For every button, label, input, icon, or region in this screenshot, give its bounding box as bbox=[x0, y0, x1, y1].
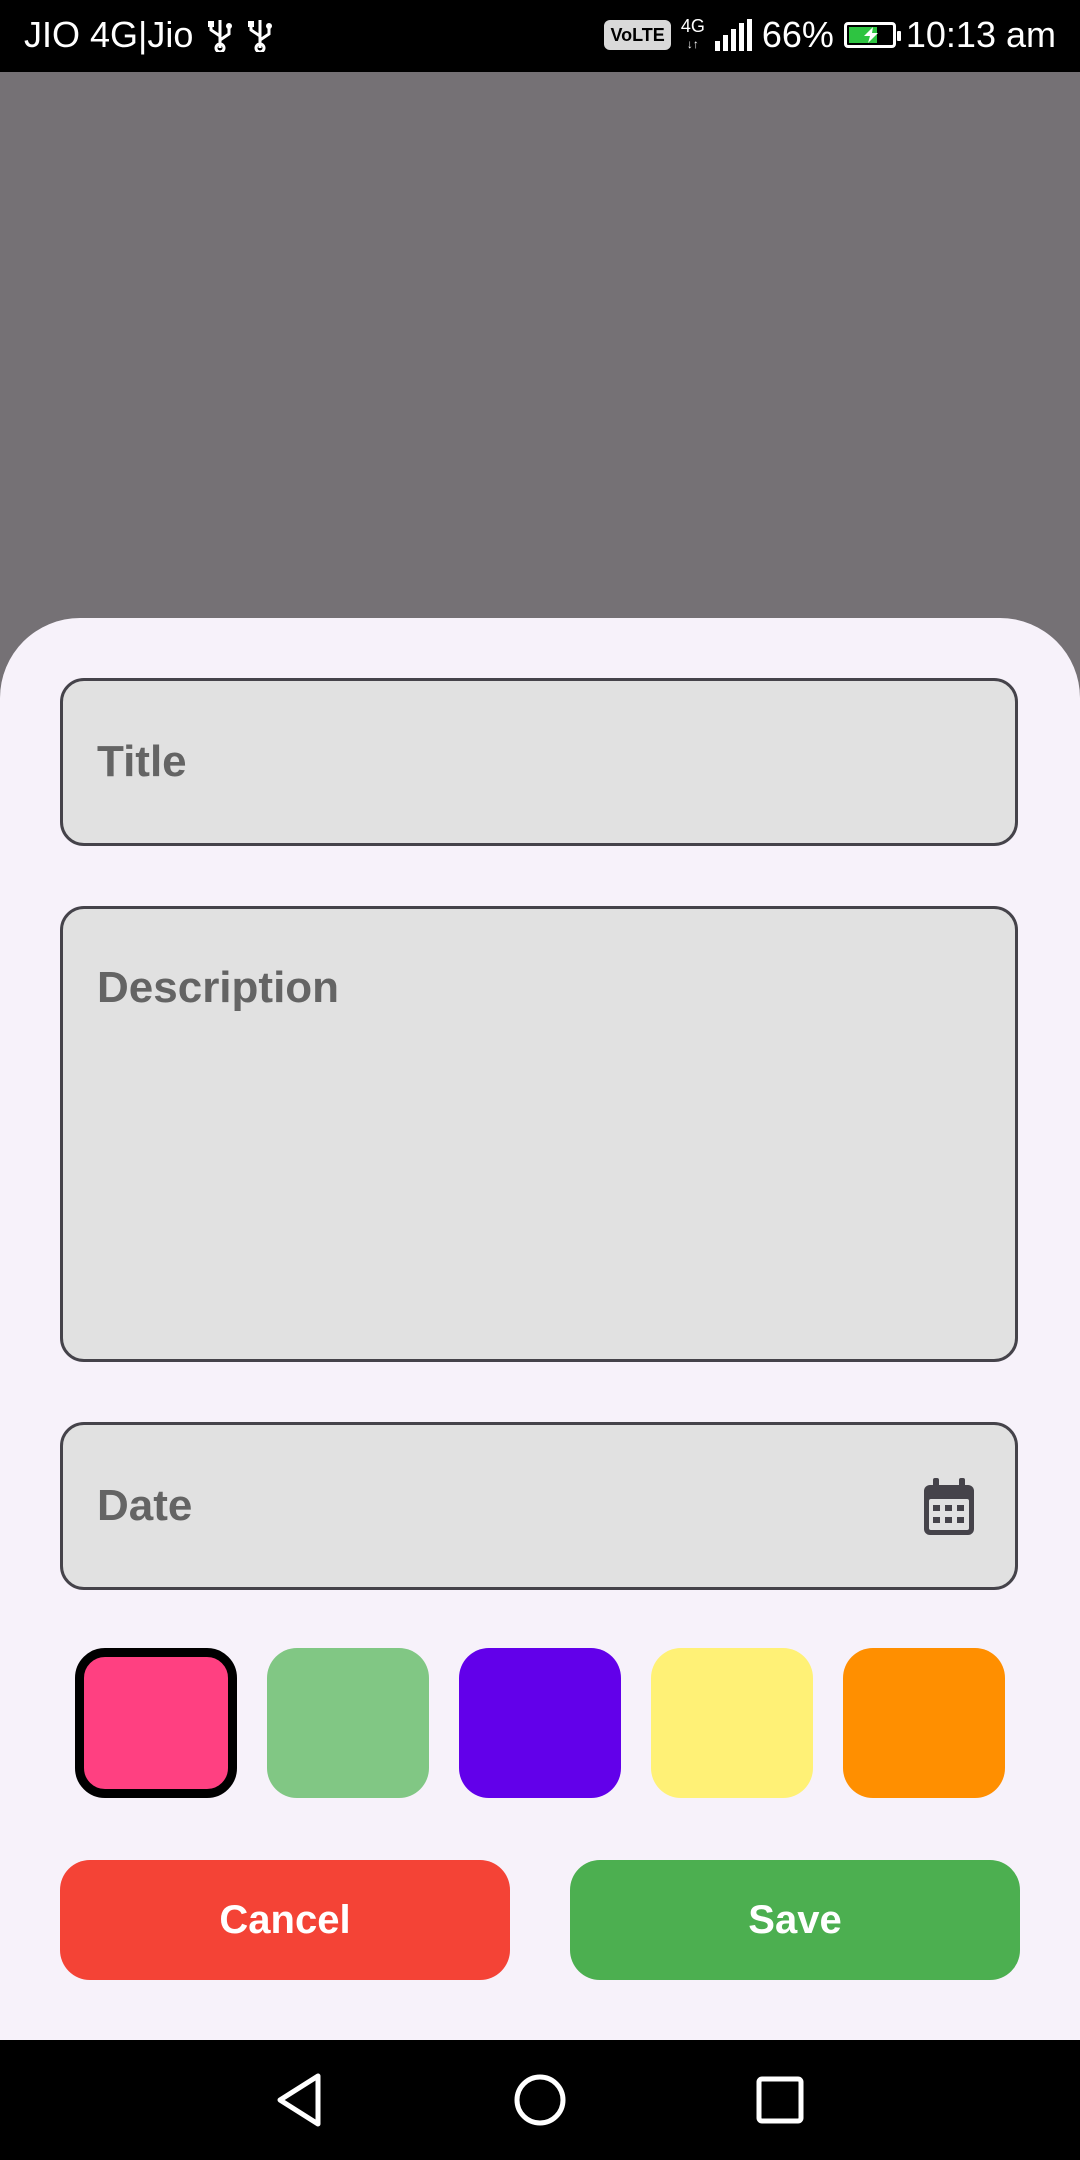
date-input[interactable] bbox=[63, 1425, 1015, 1587]
color-swatch-green[interactable] bbox=[267, 1648, 429, 1798]
modal-scrim[interactable] bbox=[0, 72, 1080, 710]
description-field[interactable] bbox=[60, 906, 1018, 1362]
color-swatch-pink[interactable] bbox=[75, 1648, 237, 1798]
cancel-button[interactable]: Cancel bbox=[60, 1860, 510, 1980]
battery-icon bbox=[843, 22, 901, 48]
date-field[interactable] bbox=[60, 1422, 1018, 1590]
title-input[interactable] bbox=[63, 681, 1015, 843]
signal-icon bbox=[714, 19, 752, 51]
battery-percent: 66% bbox=[761, 14, 834, 55]
usb-icon bbox=[208, 20, 233, 52]
back-icon[interactable] bbox=[270, 2070, 330, 2130]
color-swatch-orange[interactable] bbox=[843, 1648, 1005, 1798]
usb-icon bbox=[248, 20, 273, 52]
network-type: 4G ↓↑ bbox=[680, 16, 705, 51]
carrier-label: JIO 4G|Jio bbox=[24, 14, 194, 55]
save-button[interactable]: Save bbox=[570, 1860, 1020, 1980]
description-input[interactable] bbox=[63, 909, 1015, 1359]
calendar-icon[interactable] bbox=[921, 1477, 977, 1537]
volte-badge: VoLTE bbox=[604, 20, 671, 50]
recents-icon[interactable] bbox=[750, 2070, 810, 2130]
color-picker bbox=[0, 1648, 1080, 1800]
color-swatch-purple[interactable] bbox=[459, 1648, 621, 1798]
color-swatch-yellow[interactable] bbox=[651, 1648, 813, 1798]
navigation-bar bbox=[0, 2040, 1080, 2160]
home-icon[interactable] bbox=[510, 2070, 570, 2130]
clock: 10:13 am bbox=[905, 14, 1056, 55]
bottom-sheet: Cancel Save bbox=[0, 618, 1080, 2040]
status-bar: JIO 4G|Jio VoLTE 4G ↓↑ 66% 10:13 am bbox=[0, 0, 1080, 72]
title-field[interactable] bbox=[60, 678, 1018, 846]
